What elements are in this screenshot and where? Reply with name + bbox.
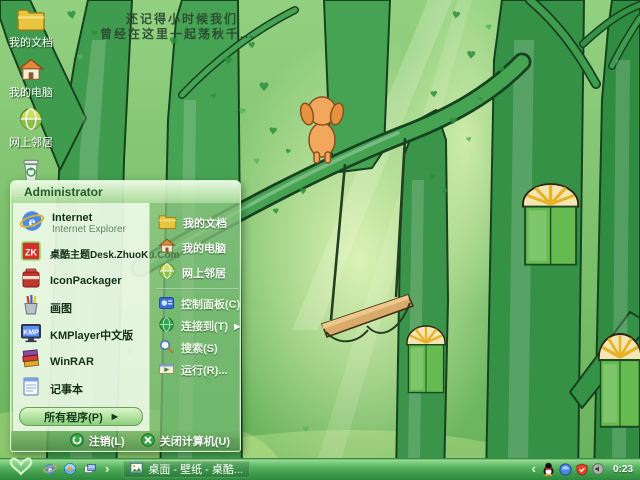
start-item-connect-to[interactable]: 连接到(T) ▶	[150, 315, 241, 337]
control-panel-icon	[158, 295, 175, 314]
my-documents-icon	[158, 213, 177, 233]
volume-icon	[592, 463, 604, 475]
my-computer-icon	[2, 56, 60, 86]
start-item-search[interactable]: 搜索(S)	[150, 337, 240, 359]
show-desktop-icon	[84, 464, 96, 473]
winrar-icon	[19, 347, 43, 376]
desktop-icon-network-places[interactable]: 网上邻居	[2, 106, 60, 149]
iconpackager-icon	[19, 266, 43, 295]
menu-separator	[156, 288, 239, 290]
log-off-icon	[69, 432, 84, 450]
task-button-wallpaper-page[interactable]: 桌面 - 壁纸 - 桌酷...	[123, 460, 251, 478]
start-item-network-places[interactable]: 网上邻居	[150, 260, 240, 285]
desktop-icon-label: 我的电脑	[9, 87, 53, 99]
start-item-control-panel[interactable]: 控制面板(C)	[150, 293, 240, 315]
run-icon	[158, 361, 175, 379]
shutdown-icon	[140, 432, 155, 450]
start-item-kmplayer[interactable]: KMP KMPlayer中文版	[13, 321, 149, 348]
desktop-icon-my-documents[interactable]: 我的文档	[2, 6, 60, 49]
tray-qq[interactable]	[542, 462, 555, 476]
system-tray: ‹ 0:23	[530, 462, 640, 476]
start-item-paint[interactable]: 画图	[13, 294, 149, 321]
media-player-icon	[64, 463, 76, 475]
all-programs-button[interactable]: 所有程序(P) ▶	[19, 407, 143, 426]
desktop-icon-list: 我的文档 我的电脑 网上邻居 回收站	[2, 6, 62, 206]
zhuoku-theme-icon: ZK	[19, 239, 43, 268]
quick-launch-show-desktop[interactable]	[83, 462, 97, 476]
start-item-my-computer[interactable]: 我的电脑	[150, 235, 240, 260]
internet-explorer-icon: e	[19, 208, 45, 239]
shutdown-button[interactable]: 关闭计算机(U)	[140, 432, 230, 450]
start-menu-places-list: 我的文档 我的电脑 网上邻居 控制面板(C) 连接到(T) ▶ 搜索(S) 运行…	[149, 203, 241, 431]
start-menu-body: e Internet Internet Explorer ZK 桌酷主题Desk.…	[11, 203, 240, 431]
all-programs-arrow-icon: ▶	[111, 412, 118, 421]
start-item-notepad[interactable]: 记事本	[13, 375, 149, 402]
qq-icon	[543, 462, 554, 476]
desktop-icon-label: 网上邻居	[9, 137, 53, 149]
svg-text:KMP: KMP	[23, 330, 39, 337]
start-menu-pinned-list: e Internet Internet Explorer ZK 桌酷主题Desk.…	[13, 203, 179, 431]
network-places-icon	[158, 262, 176, 283]
connect-to-icon	[158, 316, 175, 336]
quick-launch-expand-chevron[interactable]: ›	[103, 462, 111, 475]
paint-icon	[19, 293, 43, 322]
quick-launch-internet-explorer[interactable]: e	[43, 462, 57, 476]
start-item-my-documents[interactable]: 我的文档	[150, 210, 240, 235]
taskbar: e › 桌面 - 壁纸 - 桌酷... ‹ 0:23	[0, 457, 640, 480]
submenu-arrow-icon: ▶	[234, 321, 241, 331]
log-off-button[interactable]: 注销(L)	[69, 432, 125, 450]
start-item-zhuoku-theme[interactable]: ZK 桌酷主题Desk.ZhuoKu.Com	[13, 239, 179, 268]
start-item-run[interactable]: 运行(R)...	[150, 359, 240, 381]
tray-collapse-chevron[interactable]: ‹	[530, 462, 538, 475]
caption-line-1: 还记得小时候我们	[126, 12, 239, 26]
tray-messenger[interactable]	[559, 462, 572, 476]
start-heart-icon	[7, 457, 35, 480]
kmplayer-icon: KMP	[19, 320, 43, 349]
wallpaper-caption: 还记得小时候我们 曾经在这里一起荡秋千...	[100, 12, 255, 42]
desktop-icon-my-computer[interactable]: 我的电脑	[2, 56, 60, 99]
messenger-icon	[559, 462, 572, 476]
internet-explorer-icon: e	[43, 463, 57, 475]
quick-launch-media-player[interactable]	[63, 462, 77, 476]
tray-volume[interactable]	[592, 463, 604, 475]
desktop-icon-label: 我的文档	[9, 37, 53, 49]
my-computer-icon	[158, 237, 176, 258]
caption-line-2: 曾经在这里一起荡秋千...	[100, 27, 256, 41]
my-documents-icon	[2, 6, 60, 36]
taskbar-clock[interactable]: 0:23	[613, 464, 633, 475]
notepad-icon	[19, 374, 43, 403]
start-menu: Administrator e Internet Internet Explore…	[10, 180, 241, 452]
network-places-icon	[2, 106, 60, 136]
quick-launch: e ›	[43, 462, 111, 476]
start-item-internet[interactable]: e Internet Internet Explorer	[13, 207, 149, 240]
start-menu-footer: 注销(L) 关闭计算机(U)	[11, 431, 240, 451]
tray-security[interactable]	[576, 463, 588, 476]
start-button[interactable]	[7, 457, 35, 480]
start-menu-user-banner: Administrator	[11, 181, 240, 203]
start-item-iconpackager[interactable]: IconPackager	[13, 267, 149, 294]
security-icon	[576, 463, 588, 476]
user-name: Administrator	[24, 185, 103, 199]
start-item-winrar[interactable]: WinRAR	[13, 348, 149, 375]
desktop: 还记得小时候我们 曾经在这里一起荡秋千... 我的文档 我的电脑 网上邻居 Ad…	[0, 0, 640, 480]
search-icon	[158, 338, 175, 358]
svg-text:ZK: ZK	[25, 248, 37, 258]
picture-icon	[130, 462, 143, 477]
